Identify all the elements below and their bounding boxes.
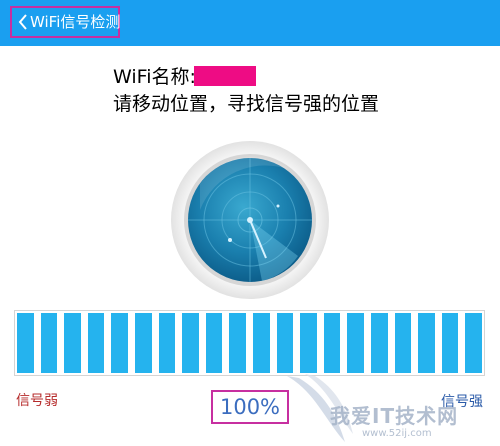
wifi-name-label: WiFi名称: [113, 66, 196, 88]
weak-signal-label: 信号弱 [16, 393, 58, 409]
signal-bar [229, 313, 246, 373]
signal-bar [205, 313, 223, 373]
signal-bar [441, 313, 459, 373]
signal-bar [300, 313, 317, 373]
signal-bar [370, 313, 388, 373]
signal-bar [134, 313, 152, 373]
signal-bar [87, 313, 105, 373]
signal-bar [418, 313, 435, 373]
signal-bar [158, 313, 176, 373]
page-title: WiFi信号检测 [30, 13, 121, 31]
signal-bar [276, 313, 294, 373]
signal-bar [111, 313, 128, 373]
signal-bar [323, 313, 341, 373]
watermark-url: www.52ij.com [362, 428, 432, 439]
strong-signal-label: 信号强 [441, 394, 483, 410]
signal-percent: 100% [211, 390, 289, 424]
signal-bar [64, 313, 81, 373]
radar-icon [171, 141, 329, 299]
signal-bars [17, 313, 482, 373]
signal-bar [17, 313, 34, 373]
instruction-text: 请移动位置，寻找信号强的位置 [113, 93, 380, 115]
signal-bar [347, 313, 364, 373]
back-button[interactable]: WiFi信号检测 [10, 6, 120, 38]
signal-bar [465, 313, 482, 373]
app-header: WiFi信号检测 [0, 0, 500, 46]
signal-strength-meter [14, 310, 485, 376]
signal-bar [40, 313, 58, 373]
wifi-name-redacted [194, 66, 256, 86]
signal-bar [182, 313, 199, 373]
signal-bar [394, 313, 412, 373]
signal-bar [252, 313, 270, 373]
watermark-text: 我爱IT技术网 [330, 404, 459, 428]
